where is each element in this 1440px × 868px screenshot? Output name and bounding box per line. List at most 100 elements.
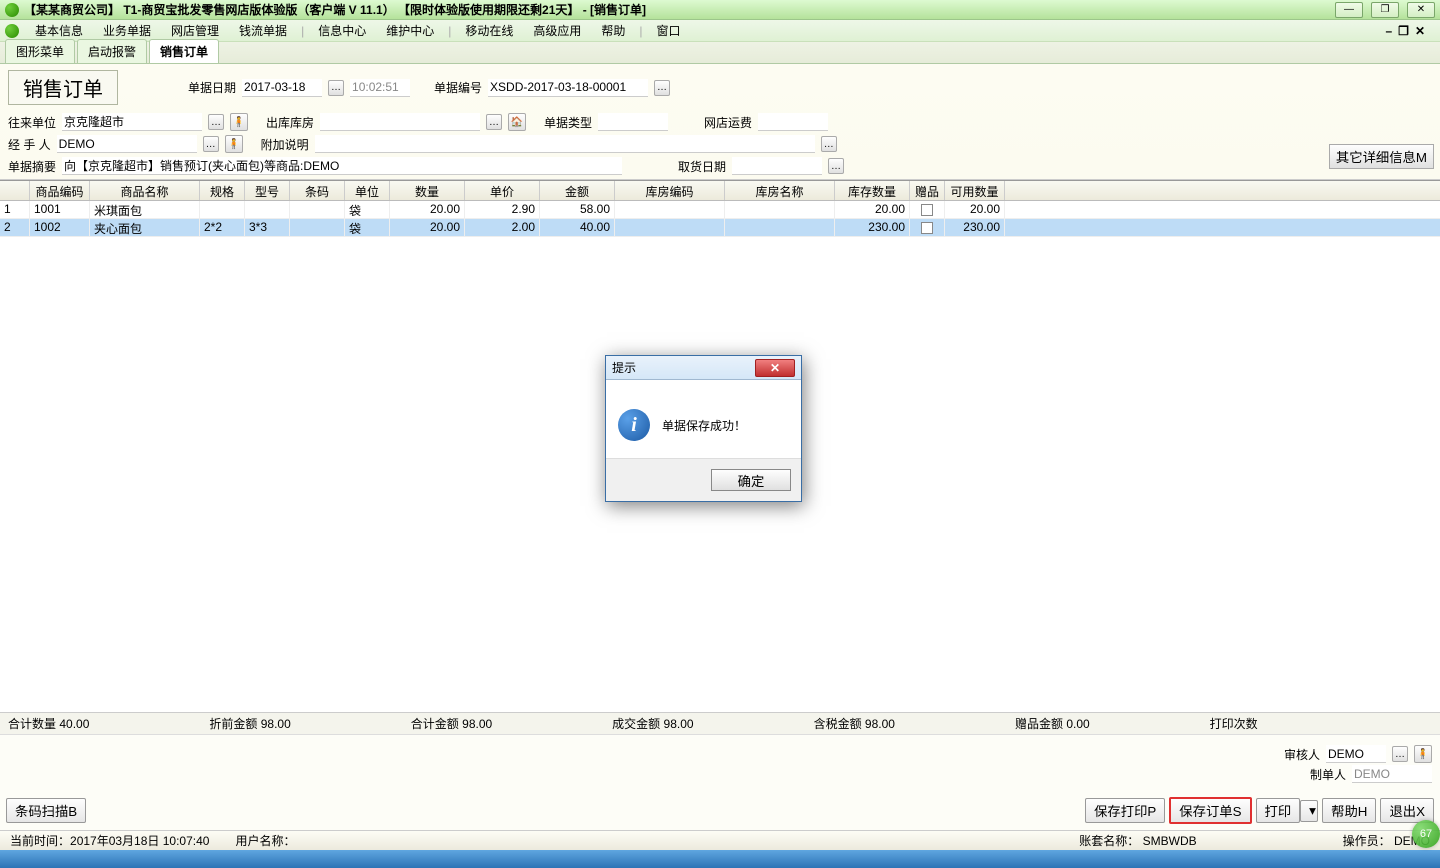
customer-input[interactable]: 京克隆超市: [62, 113, 202, 131]
child-minimize-button[interactable]: –: [1385, 24, 1392, 38]
date-label: 单据日期: [188, 79, 236, 96]
grid-header-cell[interactable]: 商品编码: [30, 181, 90, 200]
taskbar: [0, 850, 1440, 868]
info-icon: i: [618, 409, 650, 441]
menu-window[interactable]: 窗口: [647, 22, 691, 39]
dialog-close-button[interactable]: ✕: [755, 359, 795, 377]
menu-help[interactable]: 帮助: [591, 22, 635, 39]
grid-header: 商品编码商品名称规格型号条码单位数量单价金额库房编码库房名称库存数量赠品可用数量: [0, 181, 1440, 201]
handler-picker-button[interactable]: …: [203, 136, 219, 152]
tab-start-alarm[interactable]: 启动报警: [77, 39, 147, 63]
total-qty-label: 合计数量: [8, 717, 56, 731]
grid-cell: [290, 219, 345, 236]
grid-cell: 20.00: [390, 201, 465, 218]
status-time-label: 当前时间：: [10, 834, 70, 848]
grid-row[interactable]: 11001米琪面包袋20.002.9058.0020.0020.00: [0, 201, 1440, 219]
grid-header-cell[interactable]: 商品名称: [90, 181, 200, 200]
customer-info-icon[interactable]: 🧍: [230, 113, 248, 131]
menu-shop-mgmt[interactable]: 网店管理: [161, 22, 229, 39]
warehouse-out-input[interactable]: [320, 113, 480, 131]
grid-cell[interactable]: [910, 219, 945, 236]
tab-graphic-menu[interactable]: 图形菜单: [5, 39, 75, 63]
grid-row[interactable]: 21002夹心面包2*23*3袋20.002.0040.00230.00230.…: [0, 219, 1440, 237]
minimize-button[interactable]: —: [1335, 2, 1363, 18]
menu-mobile[interactable]: 移动在线: [455, 22, 523, 39]
handler-info-icon[interactable]: 🧍: [225, 135, 243, 153]
child-close-button[interactable]: ✕: [1415, 24, 1425, 38]
total-deal-label: 成交金额: [612, 717, 660, 731]
grid-header-cell[interactable]: 可用数量: [945, 181, 1005, 200]
shop-freight-input[interactable]: [758, 113, 828, 131]
menu-cash-flow[interactable]: 钱流单据: [229, 22, 297, 39]
menu-info-center[interactable]: 信息中心: [308, 22, 376, 39]
warehouse-out-picker-button[interactable]: …: [486, 114, 502, 130]
grid-header-cell[interactable]: 数量: [390, 181, 465, 200]
number-input[interactable]: XSDD-2017-03-18-00001: [488, 79, 648, 97]
note-input[interactable]: [315, 135, 815, 153]
shop-type-input[interactable]: [598, 113, 668, 131]
status-oper-label: 操作员：: [1343, 834, 1391, 848]
handler-label: 经 手 人: [8, 136, 51, 153]
customer-picker-button[interactable]: …: [208, 114, 224, 130]
tab-sales-order[interactable]: 销售订单: [149, 39, 219, 63]
close-button[interactable]: ✕: [1407, 2, 1435, 18]
grid-cell: [725, 201, 835, 218]
approver-info-icon[interactable]: 🧍: [1414, 745, 1432, 763]
grid-cell: 1001: [30, 201, 90, 218]
warehouse-info-icon[interactable]: 🏠: [508, 113, 526, 131]
gift-checkbox[interactable]: [921, 222, 933, 234]
grid-header-cell[interactable]: 单位: [345, 181, 390, 200]
grid-header-cell[interactable]: 库存数量: [835, 181, 910, 200]
barcode-scan-button[interactable]: 条码扫描B: [6, 798, 86, 823]
grid-header-cell[interactable]: 赠品: [910, 181, 945, 200]
child-restore-button[interactable]: ❐: [1398, 24, 1409, 38]
total-deal-value: 98.00: [664, 717, 694, 731]
grid-header-cell[interactable]: 库房编码: [615, 181, 725, 200]
help-button[interactable]: 帮助H: [1322, 798, 1376, 823]
grid-header-cell[interactable]: [0, 181, 30, 200]
dialog-message: 单据保存成功！: [662, 417, 746, 434]
grid-header-cell[interactable]: 规格: [200, 181, 245, 200]
dialog-ok-button[interactable]: 确定: [711, 469, 791, 491]
menu-basic-info[interactable]: 基本信息: [25, 22, 93, 39]
grid-header-cell[interactable]: 条码: [290, 181, 345, 200]
approver-input[interactable]: DEMO: [1326, 745, 1386, 763]
restore-button[interactable]: ❐: [1371, 2, 1399, 18]
date-input[interactable]: 2017-03-18: [242, 79, 322, 97]
menu-maintenance[interactable]: 维护中心: [376, 22, 444, 39]
summary-input[interactable]: 向【京克隆超市】销售预订(夹心面包)等商品:DEMO: [62, 157, 622, 175]
gift-checkbox[interactable]: [921, 204, 933, 216]
print-button[interactable]: 打印: [1256, 798, 1301, 823]
pickup-input[interactable]: [732, 157, 822, 175]
grid-cell: 2*2: [200, 219, 245, 236]
note-label: 附加说明: [261, 136, 309, 153]
grid-cell[interactable]: [910, 201, 945, 218]
grid-header-cell[interactable]: 金额: [540, 181, 615, 200]
menu-business[interactable]: 业务单据: [93, 22, 161, 39]
message-dialog: 提示 ✕ i 单据保存成功！ 确定: [605, 355, 802, 502]
grid-cell: [725, 219, 835, 236]
number-picker-button[interactable]: …: [654, 80, 670, 96]
notification-badge[interactable]: 67: [1412, 820, 1440, 848]
save-order-button[interactable]: 保存订单S: [1169, 797, 1251, 824]
grid-cell: 夹心面包: [90, 219, 200, 236]
app-icon: [5, 3, 19, 17]
document-tabs: 图形菜单 启动报警 销售订单: [0, 42, 1440, 64]
print-dropdown-button[interactable]: ▾: [1300, 800, 1318, 822]
handler-input[interactable]: DEMO: [57, 135, 197, 153]
total-qty-value: 40.00: [59, 717, 89, 731]
footer-area: 审核人 DEMO … 🧍 制单人 DEMO 条码扫描B 保存打印P 保存订单S …: [0, 734, 1440, 830]
menu-advanced[interactable]: 高级应用: [523, 22, 591, 39]
print-count-label: 打印次数: [1210, 715, 1258, 732]
pickup-picker-button[interactable]: …: [828, 158, 844, 174]
other-detail-button[interactable]: 其它详细信息M: [1329, 144, 1434, 169]
save-and-print-button[interactable]: 保存打印P: [1085, 798, 1165, 823]
approver-picker-button[interactable]: …: [1392, 746, 1408, 762]
grid-cell: 2.00: [465, 219, 540, 236]
grid-header-cell[interactable]: 单价: [465, 181, 540, 200]
grid-cell: 58.00: [540, 201, 615, 218]
date-picker-button[interactable]: …: [328, 80, 344, 96]
note-picker-button[interactable]: …: [821, 136, 837, 152]
grid-header-cell[interactable]: 库房名称: [725, 181, 835, 200]
grid-header-cell[interactable]: 型号: [245, 181, 290, 200]
